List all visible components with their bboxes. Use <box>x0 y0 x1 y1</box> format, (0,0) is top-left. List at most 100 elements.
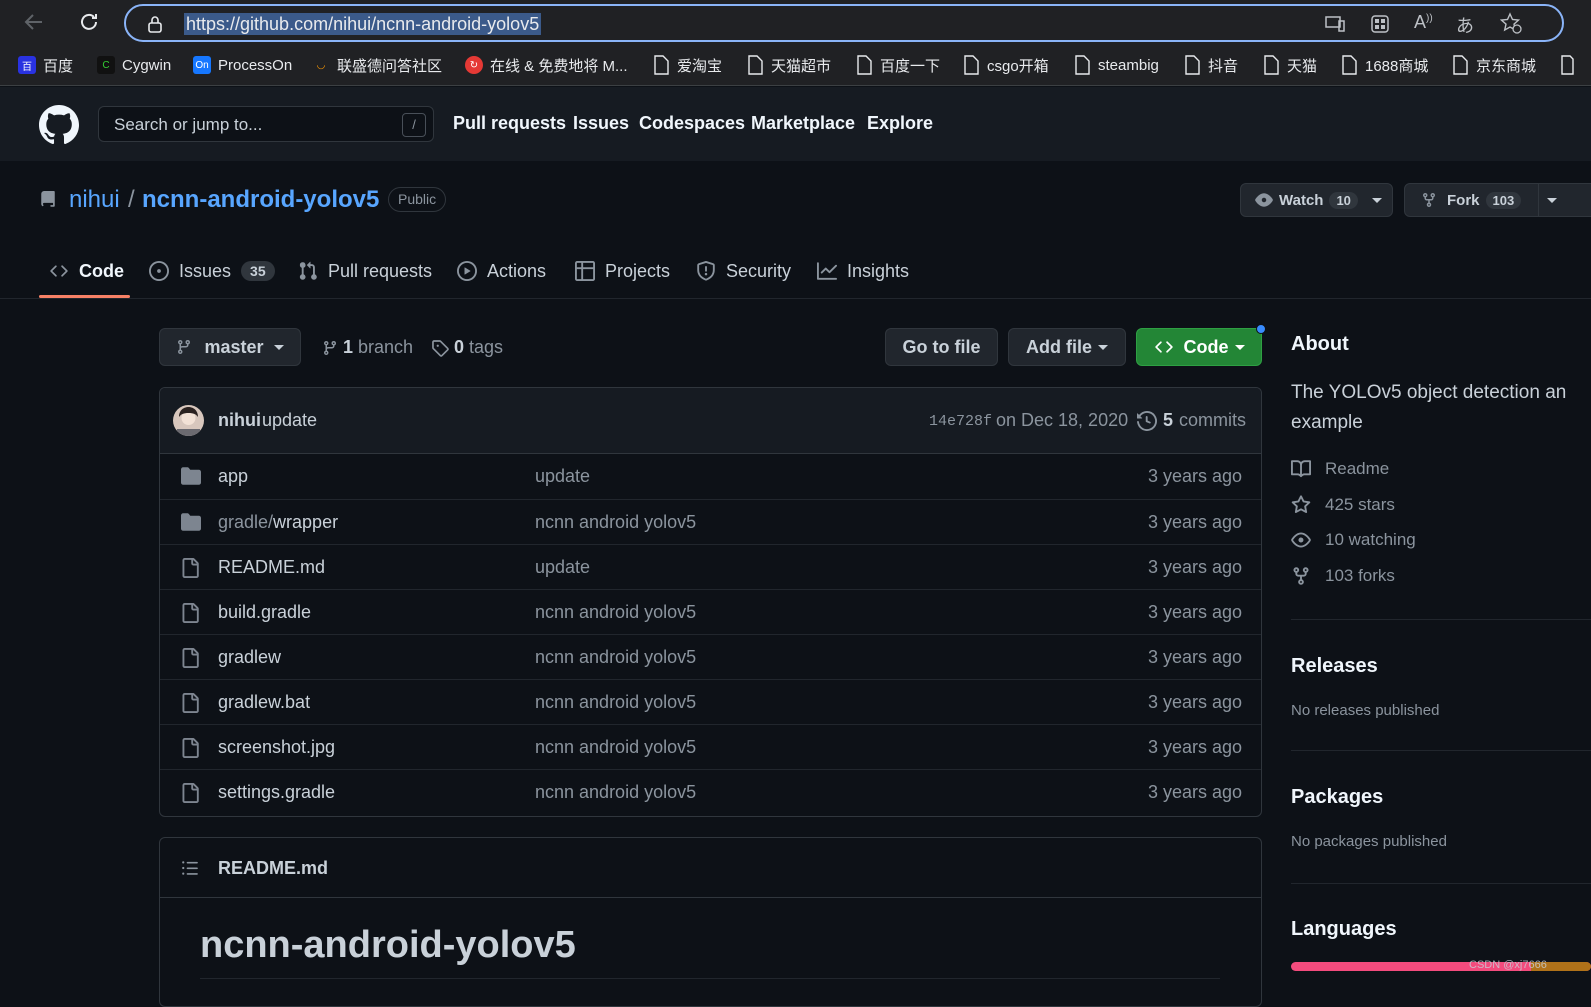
code-button-label: Code <box>1183 336 1229 357</box>
bookmark-csgo[interactable]: csgo开箱 <box>962 54 1049 76</box>
bookmark-baidu[interactable]: 百 百度 <box>18 54 73 76</box>
file-commit-message[interactable]: ncnn android yolov5 <box>535 512 696 533</box>
github-logo-icon[interactable] <box>39 105 79 145</box>
commit-message[interactable]: update <box>262 410 317 431</box>
branch-select[interactable]: master <box>159 328 301 366</box>
nav-marketplace[interactable]: Marketplace <box>751 113 855 134</box>
back-icon[interactable] <box>22 10 46 34</box>
tab-pull-requests[interactable]: Pull requests <box>298 258 432 284</box>
tab-code[interactable]: Code <box>49 258 124 284</box>
file-name[interactable]: settings.gradle <box>218 782 335 803</box>
avatar[interactable] <box>173 405 204 436</box>
watch-count: 10 <box>1329 191 1358 209</box>
url-text[interactable]: https://github.com/nihui/ncnn-android-yo… <box>184 13 542 35</box>
lock-icon[interactable] <box>146 15 164 33</box>
go-to-file-button[interactable]: Go to file <box>885 328 998 366</box>
bookmark-processon[interactable]: On ProcessOn <box>193 54 292 76</box>
tab-projects[interactable]: Projects <box>575 258 670 284</box>
file-name[interactable]: gradle/wrapper <box>218 512 338 533</box>
device-icon[interactable] <box>1324 14 1346 34</box>
file-list: app update 3 years ago gradle/wrapper nc… <box>160 454 1261 816</box>
file-name[interactable]: gradlew <box>218 647 281 668</box>
file-name[interactable]: gradlew.bat <box>218 692 310 713</box>
bookmark-steambig[interactable]: steambig <box>1073 54 1159 76</box>
chevron-down-icon <box>1547 197 1558 203</box>
bookmark-winner-micro[interactable]: ◡ 联盛德问答社区 <box>312 54 442 76</box>
bookmark-cygwin[interactable]: C Cygwin <box>97 54 171 76</box>
list-icon[interactable] <box>180 859 200 877</box>
fork-button[interactable]: Fork 103 <box>1404 183 1591 217</box>
commits-link[interactable]: 5 commits <box>1137 410 1246 431</box>
file-age: 3 years ago <box>1147 602 1242 622</box>
favorite-add-icon[interactable] <box>1500 12 1522 34</box>
apps-grid-icon[interactable] <box>1370 14 1390 34</box>
repo-owner-link[interactable]: nihui <box>69 186 120 214</box>
bookmark-tmall[interactable]: 天猫 <box>1262 54 1317 76</box>
file-name[interactable]: app <box>218 466 248 487</box>
code-button[interactable]: Code <box>1136 328 1262 366</box>
releases-heading[interactable]: Releases <box>1291 655 1378 678</box>
file-row[interactable]: screenshot.jpg ncnn android yolov5 3 yea… <box>160 724 1261 769</box>
bookmark-douyin[interactable]: 抖音 <box>1183 54 1238 76</box>
forks-link[interactable]: 103 forks <box>1291 566 1395 586</box>
file-commit-message[interactable]: update <box>535 466 590 487</box>
nav-codespaces[interactable]: Codespaces <box>639 113 745 134</box>
file-name[interactable]: screenshot.jpg <box>218 737 335 758</box>
chevron-down-icon <box>1234 344 1245 350</box>
watch-button[interactable]: Watch 10 <box>1240 183 1393 217</box>
translate-icon[interactable]: あ <box>1456 12 1474 38</box>
bookmark-aitaobao[interactable]: 爱淘宝 <box>652 54 722 76</box>
tab-issues[interactable]: Issues 35 <box>149 258 275 284</box>
nav-explore[interactable]: Explore <box>867 113 933 134</box>
bookmark-tmall-supermarket[interactable]: 天猫超市 <box>746 54 831 76</box>
watchers-link[interactable]: 10 watching <box>1291 530 1416 550</box>
file-row[interactable]: build.gradle ncnn android yolov5 3 years… <box>160 589 1261 634</box>
reload-icon[interactable] <box>77 10 101 34</box>
readme-heading-rule <box>200 978 1220 979</box>
branches-link[interactable]: 1 branch <box>322 337 413 358</box>
file-commit-message[interactable]: ncnn android yolov5 <box>535 602 696 623</box>
read-aloud-icon[interactable]: A)) <box>1414 12 1433 33</box>
tab-actions[interactable]: Actions <box>457 258 546 284</box>
bookmark-label: 百度一下 <box>880 57 941 75</box>
repo-name-link[interactable]: ncnn-android-yolov5 <box>142 186 379 214</box>
add-file-label: Add file <box>1026 336 1092 357</box>
commit-hash[interactable]: 14e728f <box>929 413 992 430</box>
stars-link[interactable]: 425 stars <box>1291 495 1395 515</box>
commit-date[interactable]: on Dec 18, 2020 <box>996 410 1128 431</box>
tab-label: Pull requests <box>328 260 433 281</box>
address-bar[interactable]: https://github.com/nihui/ncnn-android-yo… <box>124 4 1564 42</box>
commit-author[interactable]: nihui <box>218 410 261 431</box>
more-bookmarks-icon[interactable] <box>1560 55 1574 75</box>
file-row[interactable]: app update 3 years ago <box>160 454 1261 499</box>
bookmark-baidu-search[interactable]: 百度一下 <box>855 54 940 76</box>
readme-file-label[interactable]: README.md <box>218 858 328 879</box>
tags-link[interactable]: 0 tags <box>431 337 503 358</box>
search-input[interactable]: Search or jump to... / <box>98 106 434 142</box>
file-commit-message[interactable]: update <box>535 557 590 578</box>
file-row[interactable]: README.md update 3 years ago <box>160 544 1261 589</box>
file-commit-message[interactable]: ncnn android yolov5 <box>535 782 696 803</box>
file-commit-message[interactable]: ncnn android yolov5 <box>535 737 696 758</box>
page-icon <box>748 55 763 75</box>
file-name[interactable]: build.gradle <box>218 602 311 623</box>
bookmark-jd[interactable]: 京东商城 <box>1451 54 1536 76</box>
file-commit-message[interactable]: ncnn android yolov5 <box>535 647 696 668</box>
file-row[interactable]: settings.gradle ncnn android yolov5 3 ye… <box>160 769 1261 814</box>
nav-issues[interactable]: Issues <box>573 113 629 134</box>
file-row[interactable]: gradlew ncnn android yolov5 3 years ago <box>160 634 1261 679</box>
nav-pull-requests[interactable]: Pull requests <box>453 113 566 134</box>
tab-security[interactable]: Security <box>696 258 791 284</box>
packages-heading[interactable]: Packages <box>1291 786 1383 809</box>
repo-description-line2: example <box>1291 412 1363 433</box>
bookmark-1688[interactable]: 1688商城 <box>1340 54 1428 76</box>
file-row[interactable]: gradle/wrapper ncnn android yolov5 3 yea… <box>160 499 1261 544</box>
readme-link[interactable]: Readme <box>1291 459 1389 479</box>
bookmark-label: 天猫 <box>1287 57 1318 75</box>
file-row[interactable]: gradlew.bat ncnn android yolov5 3 years … <box>160 679 1261 724</box>
bookmark-convert[interactable]: ↻ 在线 & 免费地将 M... <box>465 54 628 76</box>
file-name[interactable]: README.md <box>218 557 325 578</box>
file-commit-message[interactable]: ncnn android yolov5 <box>535 692 696 713</box>
add-file-button[interactable]: Add file <box>1008 328 1126 366</box>
tab-insights[interactable]: Insights <box>817 258 909 284</box>
